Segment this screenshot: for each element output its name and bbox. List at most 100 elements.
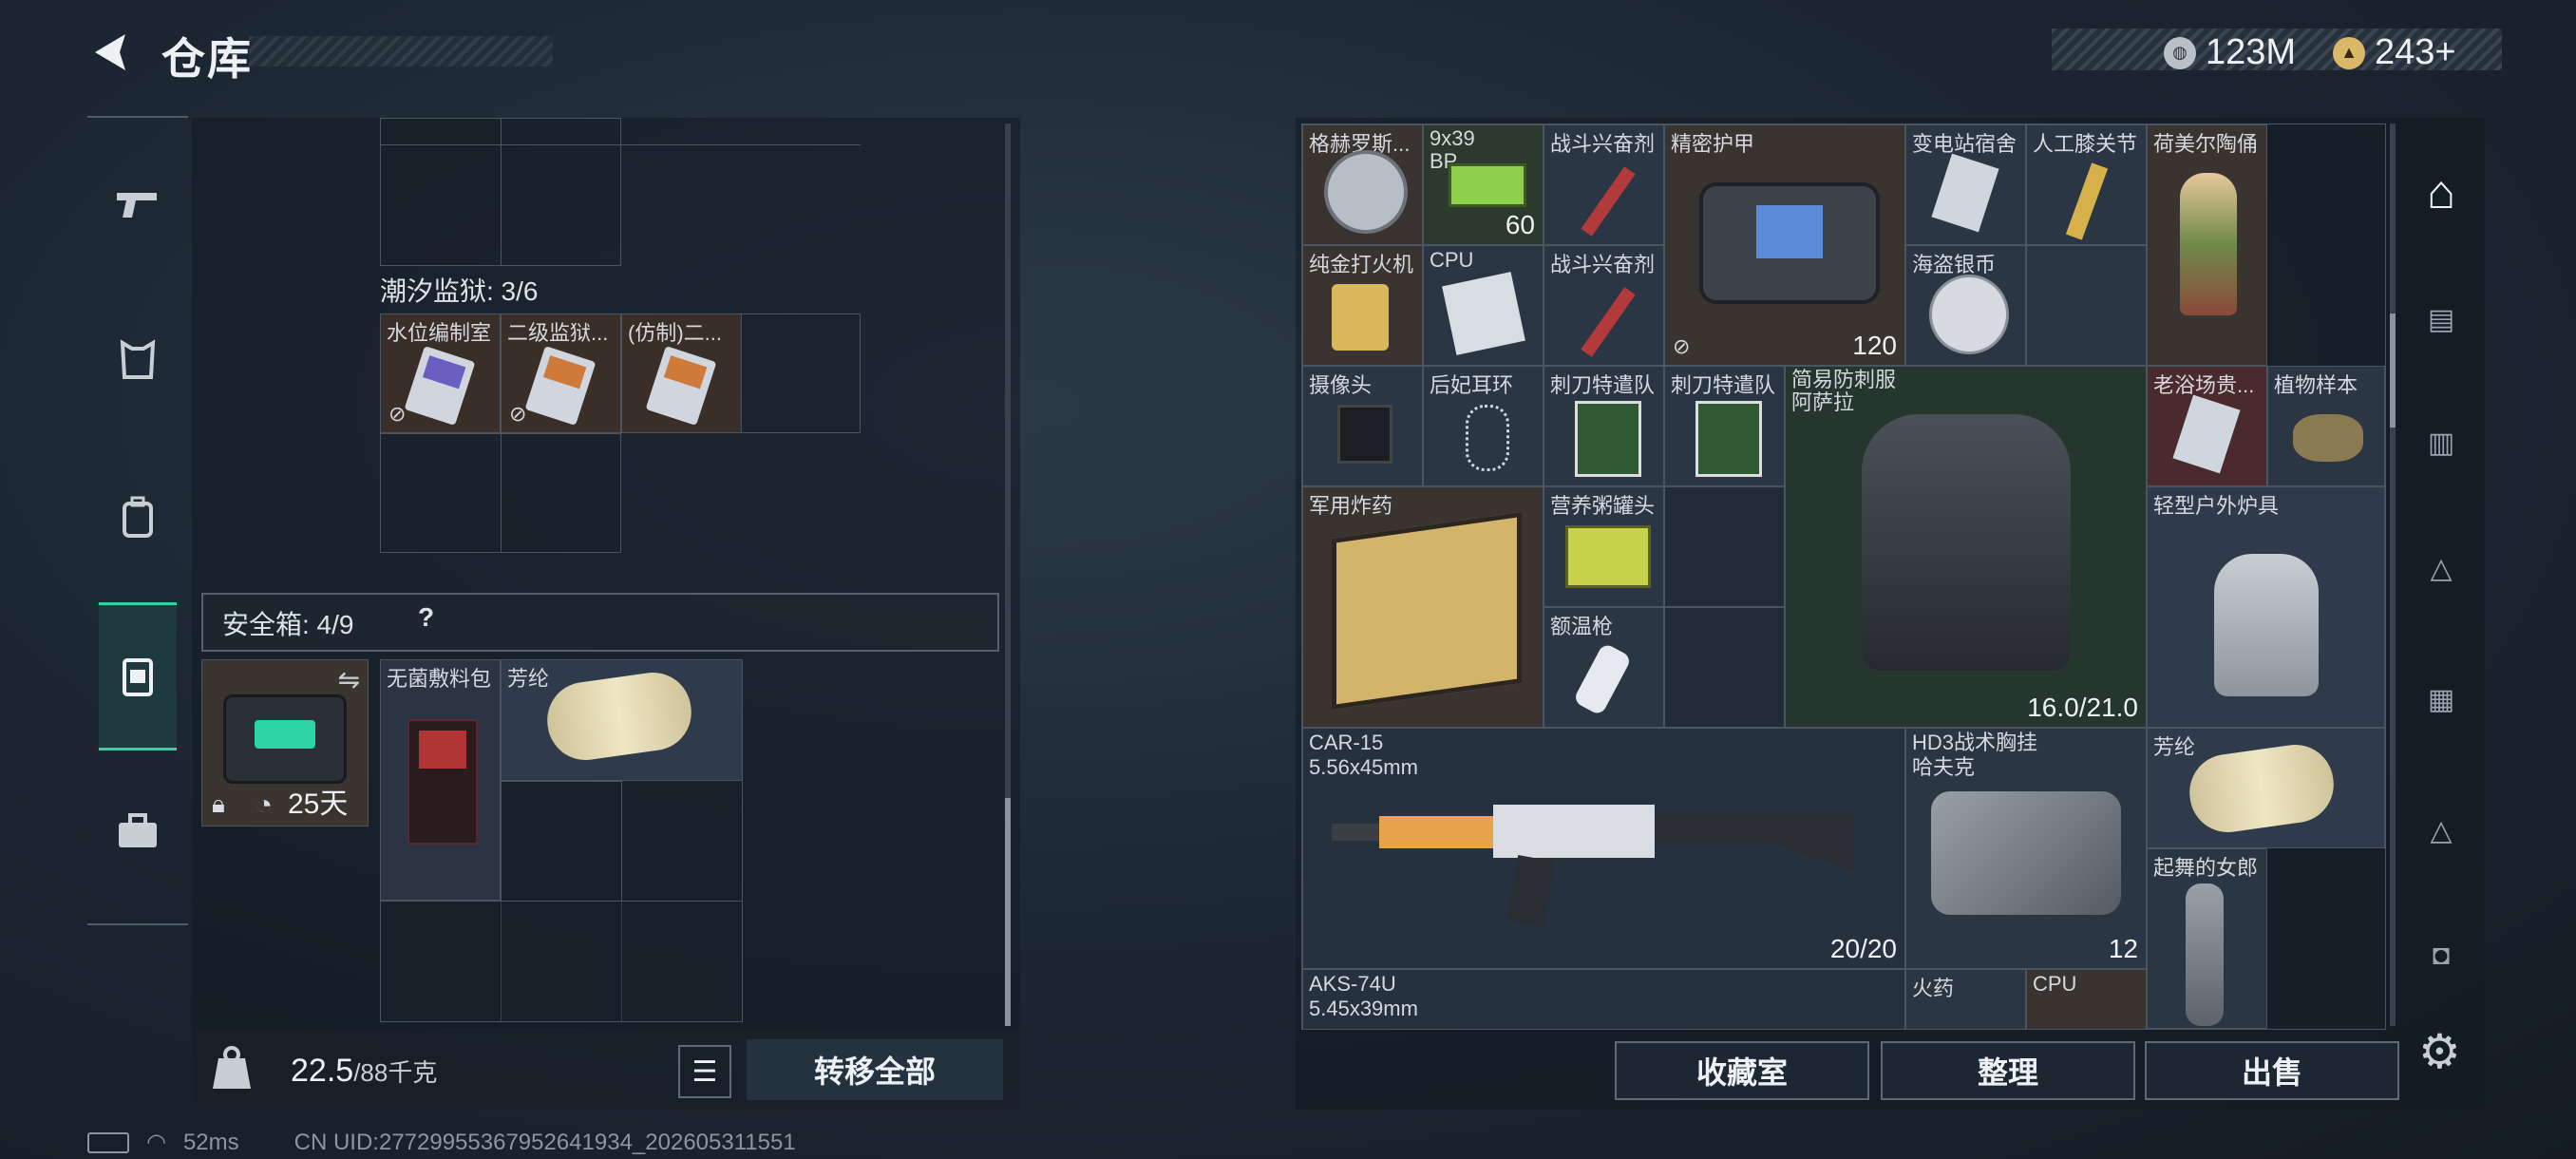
stash-item-r18[interactable]: 植物样本: [2267, 366, 2385, 486]
list-icon: ☰: [691, 1055, 718, 1088]
stash-item-r7[interactable]: 荷美尔陶俑: [2147, 124, 2267, 366]
camera-image: [1337, 405, 1392, 464]
stash-item-r1[interactable]: 格赫罗斯...: [1302, 124, 1423, 245]
stash-item-r15[interactable]: 刺刀特遣队: [1664, 366, 1785, 486]
stash-item-r16[interactable]: 简易防刺服 阿萨拉 16.0/21.0: [1785, 366, 2147, 728]
toolbox-icon: [119, 813, 157, 847]
back-arrow-icon: [95, 34, 125, 70]
nav-armor[interactable]: [95, 317, 180, 403]
clock-icon: ◔: [256, 789, 274, 821]
sidebar-tab-1[interactable]: ▤: [2407, 285, 2475, 353]
help-icon[interactable]: ?: [418, 602, 434, 633]
tide-prison-label: 潮汐监狱: 3/6: [380, 276, 539, 306]
gold-coin-icon: ▲: [2333, 36, 2365, 69]
stove-image: [2214, 554, 2319, 696]
currency-silver[interactable]: ◍ 123M: [2164, 32, 2296, 73]
title-stripe: [249, 36, 553, 66]
stash-item-r5[interactable]: 变电站宿舍: [1905, 124, 2026, 245]
safe-item-bandage[interactable]: 无菌敷料包: [380, 659, 501, 901]
aramid-roll-image: [542, 667, 696, 766]
no-trade-icon: ⊘: [388, 402, 407, 426]
page-title: 仓库: [161, 34, 253, 84]
safe-item-aramid[interactable]: 芳纶: [501, 659, 743, 781]
wifi-icon: ◠: [146, 1130, 166, 1155]
stash-item-r25[interactable]: 芳纶: [2147, 728, 2385, 848]
right-scroll-thumb[interactable]: [2390, 314, 2396, 428]
injector-image: [1581, 166, 1636, 237]
nav-safe-box[interactable]: [99, 602, 177, 750]
sell-button[interactable]: 出售: [2145, 1041, 2399, 1100]
tide-item-3[interactable]: (仿制)二...: [621, 314, 742, 433]
dancer-statue-image: [2186, 884, 2224, 1026]
stash-item-r22[interactable]: 额温枪: [1544, 607, 1664, 728]
sidebar-warehouse-tab[interactable]: ⌂: [2407, 158, 2475, 226]
stash-item-r12[interactable]: 摄像头: [1302, 366, 1423, 486]
gun-icon: [117, 193, 157, 218]
back-button[interactable]: [87, 28, 135, 76]
gear-icon[interactable]: ⚙: [2418, 1024, 2461, 1079]
truck-icon: ▦: [2427, 683, 2455, 715]
stash-item-r13[interactable]: 后妃耳环: [1423, 366, 1544, 486]
safe-box-image: [223, 694, 347, 784]
stash-item-r28[interactable]: 火药: [1905, 969, 2026, 1029]
tide-item-2[interactable]: 二级监狱... ⊘: [501, 314, 621, 433]
stash-item-r2[interactable]: 9x39 BP 60: [1423, 124, 1544, 245]
armor-icon: [120, 339, 156, 379]
film-poster-image: [1575, 401, 1641, 477]
collection-room-button[interactable]: 收藏室: [1615, 1041, 1869, 1100]
stash-item-r4[interactable]: 精密护甲 ⊘ 120: [1664, 124, 1905, 366]
sidebar-tab-6[interactable]: ◘: [2407, 922, 2475, 990]
lighter-image: [1332, 284, 1389, 351]
stash-item-r19[interactable]: 军用炸药: [1302, 486, 1544, 728]
right-scrollbar[interactable]: [2390, 124, 2396, 1026]
sidebar-tab-4[interactable]: ▦: [2407, 665, 2475, 733]
stash-item-r20[interactable]: 营养粥罐头: [1544, 486, 1664, 607]
tide-item-1[interactable]: 水位编制室 ⊘: [380, 314, 501, 433]
stash-item-r10[interactable]: 战斗兴奋剂: [1544, 245, 1664, 366]
stash-item-r21[interactable]: 轻型户外炉具: [2147, 486, 2385, 728]
nav-weapons[interactable]: [95, 162, 180, 247]
safe-box-icon: [123, 658, 153, 696]
list-view-button[interactable]: ☰: [678, 1045, 731, 1098]
figurine-image: [2180, 173, 2237, 315]
sidebar-tab-5[interactable]: △: [2407, 796, 2475, 864]
stash-item-r3[interactable]: 战斗兴奋剂: [1544, 124, 1664, 245]
stash-cell-empty: [1664, 607, 1785, 728]
stash-item-r14[interactable]: 刺刀特遣队: [1544, 366, 1664, 486]
grid-cell: [380, 901, 743, 1022]
stash-item-r24[interactable]: HD3战术胸挂 哈夫克 12: [1905, 728, 2147, 969]
nav-toolbox[interactable]: [95, 788, 180, 874]
currency-gold[interactable]: ▲ 243+: [2333, 32, 2456, 73]
sidebar-tab-3[interactable]: △: [2407, 534, 2475, 602]
stash-item-r11[interactable]: 海盗银币: [1905, 245, 2026, 366]
transfer-all-button[interactable]: 转移全部: [747, 1039, 1003, 1100]
aramid-roll-image: [2185, 739, 2339, 838]
status-bar: ◠ 52ms CN UID:27729955367952641934_20260…: [87, 1129, 796, 1156]
stash-cell-empty: [2026, 245, 2147, 366]
stash-item-r6[interactable]: 人工膝关节: [2026, 124, 2147, 245]
stash-item-r9[interactable]: CPU: [1423, 245, 1544, 366]
keycard-icon: [645, 346, 717, 426]
left-scroll-thumb[interactable]: [1005, 798, 1011, 1026]
safe-box-header: 安全箱: 4/9 ?: [201, 593, 999, 652]
stash-item-r27[interactable]: AKS-74U 5.45x39mm: [1302, 969, 1905, 1029]
safe-box-card[interactable]: ⇋ 🔒︎ ◔ 25天: [201, 659, 369, 826]
grid-top-edge: [380, 118, 861, 145]
keycard-icon: [524, 346, 597, 426]
sort-button[interactable]: 整理: [1881, 1041, 2135, 1100]
stash-item-r17[interactable]: 老浴场贵...: [2147, 366, 2267, 486]
ammo-box-image: [1449, 163, 1526, 207]
swap-icon[interactable]: ⇋: [338, 664, 360, 695]
stash-item-r26[interactable]: 起舞的女郎: [2147, 848, 2267, 1029]
silver-coin-image: [1929, 275, 2009, 354]
stash-item-r8[interactable]: 纯金打火机: [1302, 245, 1423, 366]
nav-backpack[interactable]: [95, 475, 180, 560]
stash-item-r23[interactable]: CAR-15 5.56x45mm 20/20: [1302, 728, 1905, 969]
stash-item-r29[interactable]: CPU: [2026, 969, 2147, 1029]
battery-icon: [87, 1131, 129, 1153]
chest-rig-image: [1931, 791, 2121, 915]
plant-sample-image: [2293, 414, 2363, 462]
sidebar-tab-2[interactable]: ▥: [2407, 408, 2475, 477]
triangle-icon: △: [2430, 814, 2453, 846]
cpu-image: [1442, 272, 1525, 355]
